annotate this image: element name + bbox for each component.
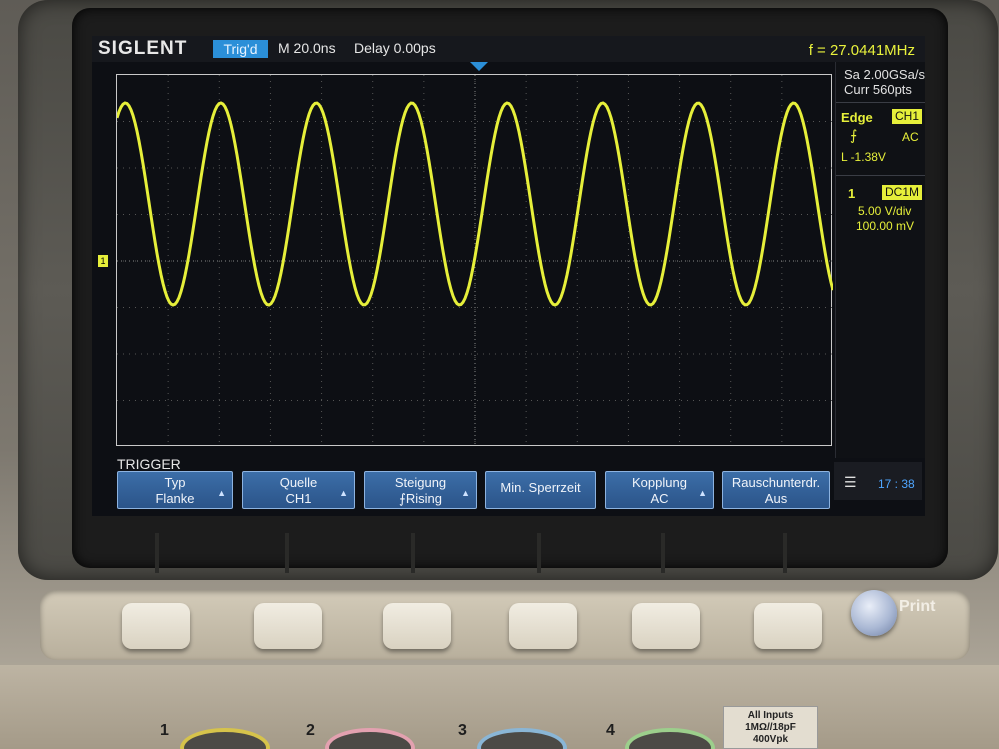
softkey-label: Steigung [394,475,447,490]
softkey-source[interactable]: Quelle CH1 ▲ [242,471,355,509]
up-arrow-icon: ▲ [217,488,226,498]
up-arrow-icon: ▲ [698,488,707,498]
inputs-spec-label: All Inputs 1MΩ//18pF 400Vpk [723,706,818,749]
volts-per-div: 5.00 V/div [858,204,912,218]
system-status: ☰ 17 : 38 [834,462,922,500]
waveform-display [117,75,833,447]
hardware-softkey-2[interactable] [254,603,322,649]
trigger-coupling: AC [902,130,919,144]
current-points: Curr 560pts [844,82,912,97]
up-arrow-icon: ▲ [461,488,470,498]
inputs-impedance: 1MΩ//18pF [745,722,796,733]
status-bar: SIGLENT Trig'd M 20.0ns Delay 0.00ps f =… [92,36,925,62]
clock: 17 : 38 [878,477,915,491]
channel-ground-marker: 1 [98,255,108,267]
print-button[interactable] [851,590,897,636]
channel-coupling-badge: DC1M [882,185,922,200]
softkey-coupling[interactable]: Kopplung AC ▲ [605,471,714,509]
hardware-softkey-6[interactable] [754,603,822,649]
rising-edge-icon: ⨍ [850,127,858,143]
softkey-type[interactable]: Typ Flanke ▲ [117,471,233,509]
divider [836,175,925,176]
brand-logo: SIGLENT [98,38,188,59]
softkey-label: Rauschunterdr. [731,475,821,490]
delay-readout: Delay 0.00ps [354,40,436,56]
hardware-softkey-1[interactable] [122,603,190,649]
hardware-softkey-3[interactable] [383,603,451,649]
trigger-type: Edge [841,110,873,125]
print-label: Print [899,598,936,615]
port-number: 2 [306,722,315,739]
softkey-value: Aus [764,491,788,506]
channel-offset: 100.00 mV [856,219,915,233]
trigger-level: L -1.38V [841,150,886,164]
softkey-value: Flanke [155,491,195,506]
graticule [116,74,833,447]
network-disconnected-icon: ☰ [844,474,857,490]
softkey-tick [155,533,159,573]
divider [836,102,925,103]
softkey-value: AC [650,491,669,506]
softkey-tick [411,533,415,573]
softkey-value: ⨍Rising [399,491,442,506]
trigger-source-badge: CH1 [892,109,922,124]
hardware-softkey-4[interactable] [509,603,577,649]
softkey-tick [783,533,787,573]
oscilloscope-case: SIGLENT Trig'd M 20.0ns Delay 0.00ps f =… [0,0,999,749]
trigger-position-marker [470,62,488,71]
port-number: 1 [160,722,169,739]
inputs-max-voltage: 400Vpk [752,734,789,745]
softkey-value: CH1 [285,491,312,506]
softkey-tick [661,533,665,573]
softkey-tick [537,533,541,573]
inputs-title: All Inputs [747,710,794,721]
frequency-readout: f = 27.0441MHz [808,42,915,59]
hardware-softkey-5[interactable] [632,603,700,649]
softkey-noise-reject[interactable]: Rauschunterdr. Aus [722,471,830,509]
softkey-label: Typ [164,475,186,490]
port-number: 4 [606,722,615,739]
softkey-slope[interactable]: Steigung ⨍Rising ▲ [364,471,477,509]
softkey-label: Kopplung [632,475,687,490]
softkey-label: Quelle [279,475,318,490]
timebase-readout: M 20.0ns [278,40,336,56]
oscilloscope-screen: SIGLENT Trig'd M 20.0ns Delay 0.00ps f =… [92,36,925,516]
softkey-tick [285,533,289,573]
channel-number: 1 [848,186,856,201]
sample-rate: Sa 2.00GSa/s [844,67,925,82]
up-arrow-icon: ▲ [339,488,348,498]
menu-title: TRIGGER [117,456,181,472]
port-number: 3 [458,722,467,739]
softkey-label: Min. Sperrzeit [500,480,581,495]
right-info-panel: Sa 2.00GSa/s Curr 560pts Edge CH1 ⨍ AC L… [835,62,925,458]
softkey-holdoff[interactable]: Min. Sperrzeit [485,471,596,509]
trigger-status-badge: Trig'd [213,40,268,58]
